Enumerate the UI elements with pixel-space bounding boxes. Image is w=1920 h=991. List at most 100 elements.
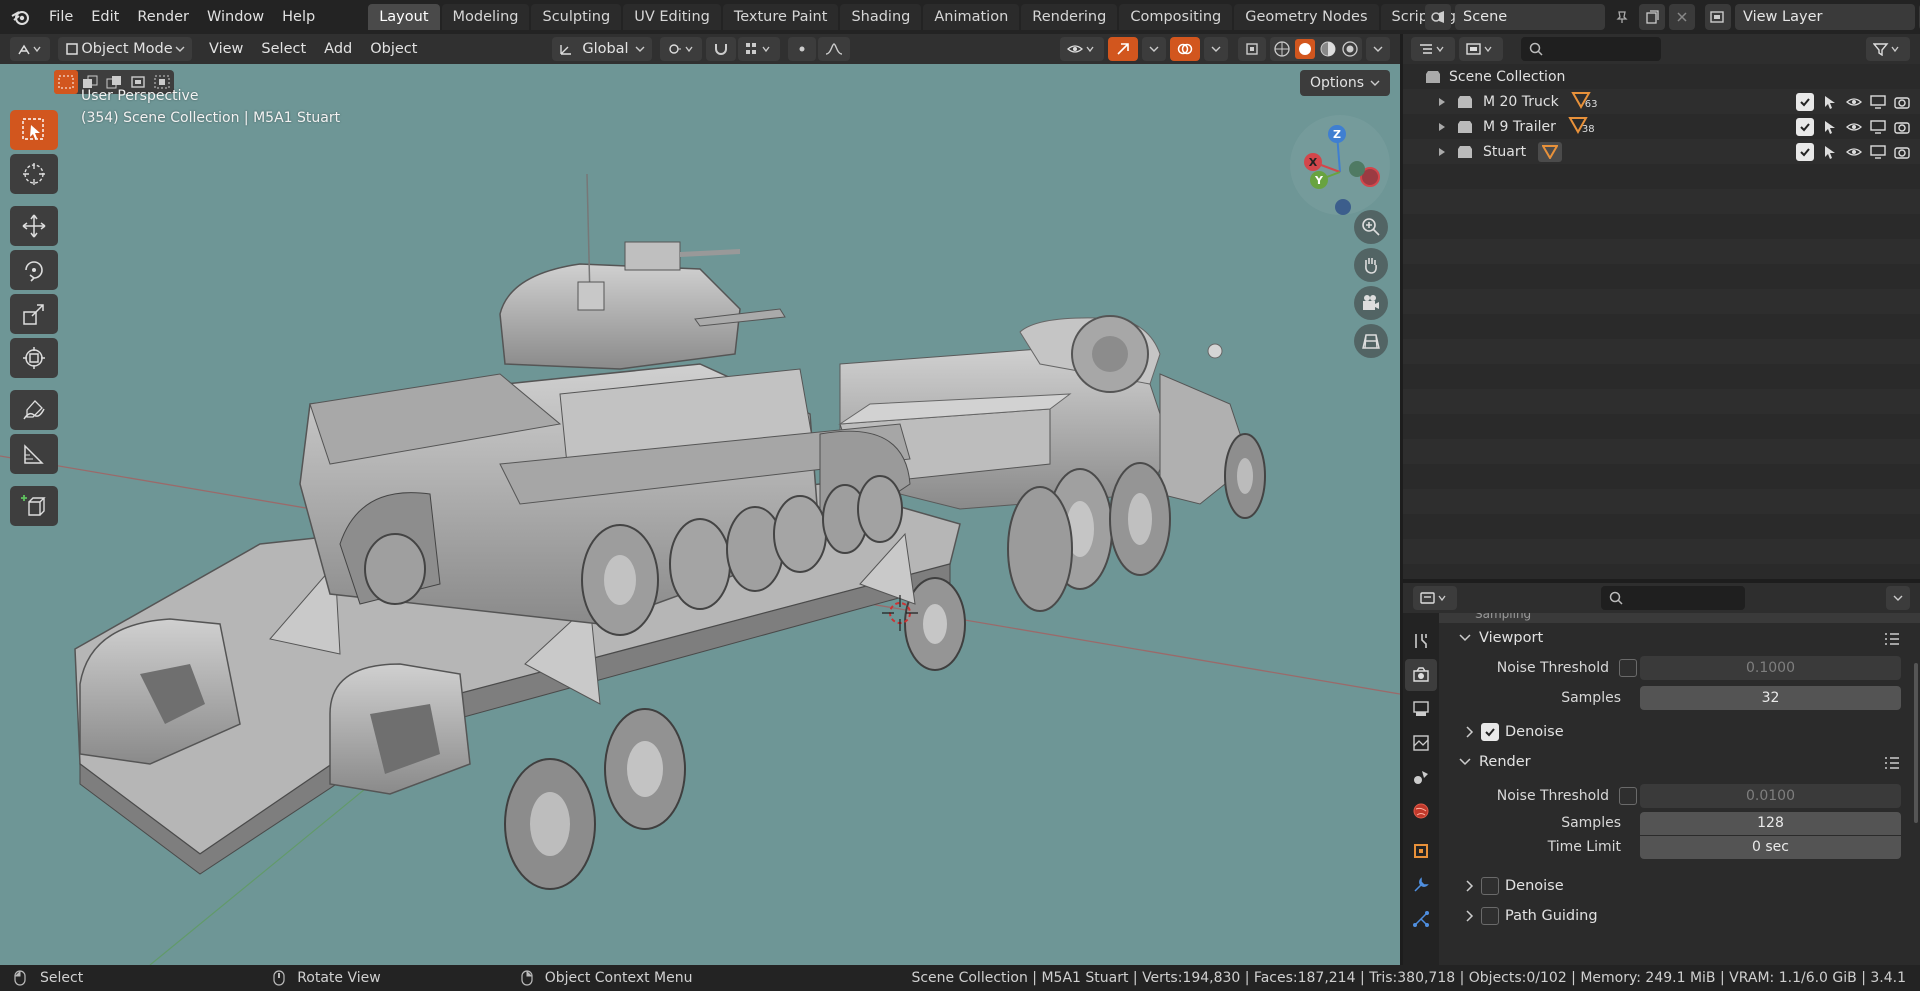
zoom-icon[interactable] <box>1354 210 1388 244</box>
viewport-samples-field[interactable]: 32 <box>1640 686 1901 710</box>
tab-uv-editing[interactable]: UV Editing <box>623 4 721 30</box>
options-dropdown[interactable]: Options <box>1299 70 1390 96</box>
perspective-toggle-icon[interactable] <box>1354 324 1388 358</box>
menu-help[interactable]: Help <box>273 9 324 25</box>
noise-threshold-checkbox[interactable] <box>1619 659 1637 677</box>
overlays-toggle[interactable] <box>1170 37 1200 61</box>
properties-search-input[interactable] <box>1601 586 1745 610</box>
filter-dropdown[interactable] <box>1866 37 1910 61</box>
monitor-icon[interactable] <box>1870 94 1886 110</box>
scene-name-field[interactable]: Scene <box>1455 4 1605 30</box>
outliner-editor-type-button[interactable] <box>1411 37 1455 61</box>
editor-type-button[interactable] <box>10 37 50 61</box>
measure-tool-icon[interactable] <box>10 434 58 474</box>
eye-icon[interactable] <box>1846 94 1862 110</box>
viewport-subpanel-header[interactable]: Viewport <box>1459 623 1920 653</box>
pan-hand-icon[interactable] <box>1354 248 1388 282</box>
particles-tab-icon[interactable] <box>1405 903 1437 935</box>
gizmo-neg-z-axis[interactable] <box>1335 199 1351 215</box>
gizmo-toggle[interactable] <box>1108 37 1138 61</box>
render-samples-field[interactable]: 128 <box>1640 811 1901 835</box>
snap-toggle[interactable] <box>706 37 737 61</box>
navigation-gizmo[interactable]: Z X Y <box>1285 110 1395 220</box>
scale-tool-icon[interactable] <box>10 294 58 334</box>
exclude-checkbox[interactable] <box>1796 117 1814 136</box>
render-subpanel-header[interactable]: Render <box>1459 747 1920 777</box>
noise-threshold-field[interactable]: 0.1000 <box>1640 656 1901 680</box>
tab-texture-paint[interactable]: Texture Paint <box>722 4 839 30</box>
noise-threshold-field[interactable]: 0.0100 <box>1640 784 1901 808</box>
camera-view-icon[interactable] <box>1354 286 1388 320</box>
panel-menu-icon[interactable] <box>1884 756 1900 770</box>
render-denoise-subpanel-header[interactable]: Denoise <box>1465 871 1920 901</box>
scene-tab-icon[interactable] <box>1405 761 1437 793</box>
object-menu[interactable]: Object <box>361 41 426 57</box>
object-count-badge[interactable]: 38 <box>1568 116 1595 138</box>
world-tab-icon[interactable] <box>1405 795 1437 827</box>
outliner-search-input[interactable] <box>1521 37 1661 61</box>
exclude-checkbox[interactable] <box>1796 142 1814 161</box>
view-layer-icon[interactable] <box>1705 4 1731 30</box>
selectable-arrow-icon[interactable] <box>1822 119 1838 135</box>
display-mode-button[interactable] <box>1459 37 1503 61</box>
tab-layout[interactable]: Layout <box>368 4 440 30</box>
blender-logo-icon[interactable] <box>0 0 40 34</box>
shading-dropdown[interactable] <box>1366 37 1390 61</box>
xray-toggle[interactable] <box>1238 37 1266 61</box>
view-layer-tab-icon[interactable] <box>1405 727 1437 759</box>
expand-arrow-icon[interactable] <box>1437 147 1447 157</box>
tab-geometry-nodes[interactable]: Geometry Nodes <box>1234 4 1379 30</box>
rendered-shading-icon[interactable] <box>1341 40 1359 58</box>
mesh-data-button[interactable] <box>1538 141 1563 162</box>
rotate-tool-icon[interactable] <box>10 250 58 290</box>
noise-threshold-checkbox[interactable] <box>1619 787 1637 805</box>
view-menu[interactable]: View <box>200 41 252 57</box>
tab-modeling[interactable]: Modeling <box>441 4 530 30</box>
path-guiding-checkbox[interactable] <box>1481 907 1499 925</box>
eye-icon[interactable] <box>1846 144 1862 160</box>
panel-menu-icon[interactable] <box>1884 632 1900 646</box>
transform-tool-icon[interactable] <box>10 338 58 378</box>
delete-scene-icon[interactable] <box>1669 4 1695 30</box>
viewport-denoise-checkbox[interactable] <box>1481 723 1499 741</box>
outliner-row-m9-trailer[interactable]: M 9 Trailer 38 <box>1403 114 1920 139</box>
gizmo-neg-y-axis[interactable] <box>1349 161 1365 177</box>
pin-icon[interactable] <box>1609 4 1635 30</box>
pivot-point-button[interactable] <box>660 37 703 61</box>
modifiers-tab-icon[interactable] <box>1405 869 1437 901</box>
wireframe-shading-icon[interactable] <box>1273 40 1291 58</box>
menu-edit[interactable]: Edit <box>82 9 128 25</box>
outliner-row-stuart[interactable]: Stuart <box>1403 139 1920 164</box>
camera-icon[interactable] <box>1894 119 1910 135</box>
transform-orientation-dropdown[interactable]: Global <box>552 37 653 61</box>
output-tab-icon[interactable] <box>1405 693 1437 725</box>
3d-viewport[interactable]: User Perspective (354) Scene Collection … <box>0 64 1400 965</box>
expand-arrow-icon[interactable] <box>1437 122 1447 132</box>
gizmo-dropdown[interactable] <box>1142 37 1166 61</box>
tab-sculpting[interactable]: Sculpting <box>531 4 622 30</box>
tool-tab-icon[interactable] <box>1405 625 1437 657</box>
outliner-row-m20-truck[interactable]: M 20 Truck 63 <box>1403 89 1920 114</box>
mode-dropdown[interactable]: Object Mode <box>58 37 192 61</box>
proportional-falloff-button[interactable] <box>818 37 851 61</box>
object-count-badge[interactable]: 63 <box>1571 91 1597 113</box>
snap-target-button[interactable] <box>738 37 781 61</box>
add-menu[interactable]: Add <box>315 41 361 57</box>
annotate-tool-icon[interactable] <box>10 390 58 430</box>
tab-shading[interactable]: Shading <box>840 4 922 30</box>
move-tool-icon[interactable] <box>10 206 58 246</box>
expand-arrow-icon[interactable] <box>1437 97 1447 107</box>
menu-render[interactable]: Render <box>128 9 198 25</box>
select-menu[interactable]: Select <box>252 41 315 57</box>
path-guiding-subpanel-header[interactable]: Path Guiding <box>1465 901 1920 931</box>
scene-type-icon[interactable] <box>1425 4 1451 30</box>
properties-scrollbar[interactable] <box>1914 663 1918 823</box>
selectable-arrow-icon[interactable] <box>1822 144 1838 160</box>
eye-icon[interactable] <box>1846 119 1862 135</box>
menu-file[interactable]: File <box>40 9 82 25</box>
add-cube-tool-icon[interactable] <box>10 486 58 526</box>
render-tab-icon[interactable] <box>1405 659 1437 691</box>
tab-compositing[interactable]: Compositing <box>1119 4 1233 30</box>
solid-shading-icon[interactable] <box>1295 39 1315 59</box>
view-layer-name-field[interactable]: View Layer <box>1735 4 1915 30</box>
